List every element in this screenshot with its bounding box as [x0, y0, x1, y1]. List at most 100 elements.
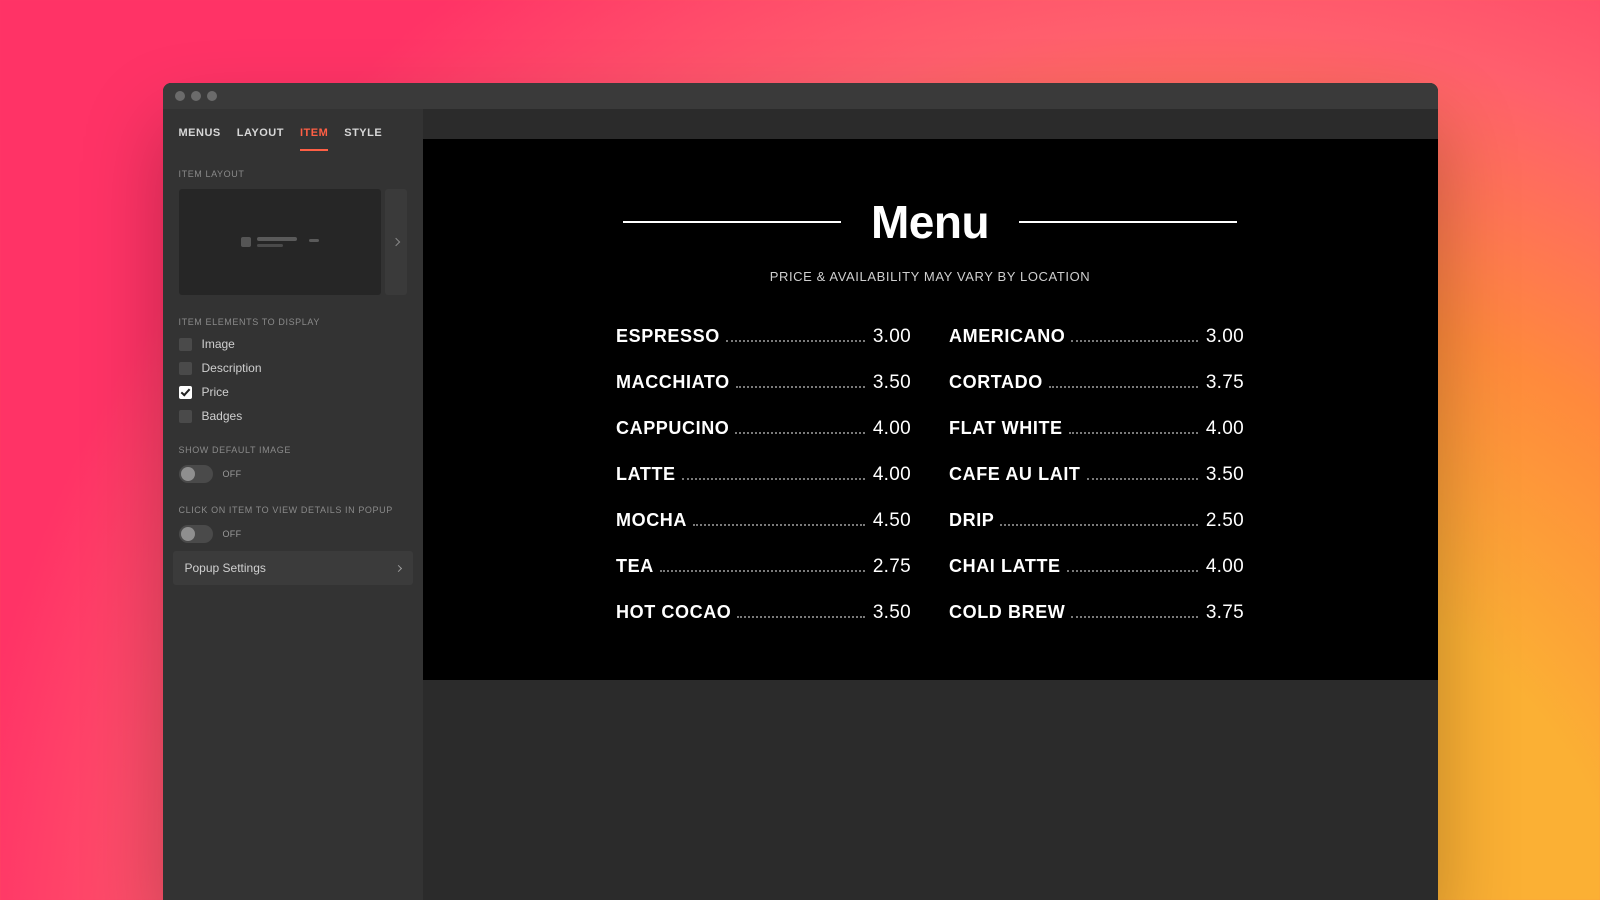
menu-stage: Menu PRICE & AVAILABILITY MAY VARY BY LO… — [423, 139, 1438, 680]
menu-item-dots — [735, 432, 864, 434]
menu-item-dots — [736, 386, 865, 388]
item-layout-next-button[interactable] — [385, 189, 407, 295]
default-image-toggle-row: OFF — [179, 465, 407, 483]
section-item-layout: ITEM LAYOUT — [163, 151, 423, 299]
preview-canvas: Menu PRICE & AVAILABILITY MAY VARY BY LO… — [423, 109, 1438, 900]
checkbox-label: Price — [202, 385, 229, 399]
menu-item-name: TEA — [616, 556, 654, 577]
checkbox-label: Image — [202, 337, 235, 351]
menu-item[interactable]: TEA 2.75 — [616, 556, 911, 578]
canvas-spacer — [423, 109, 1438, 139]
menu-item-dots — [1087, 478, 1198, 480]
section-default-image: SHOW DEFAULT IMAGE OFF — [163, 427, 423, 487]
menu-header: Menu — [473, 195, 1388, 249]
menu-item-price: 3.75 — [1206, 602, 1244, 624]
menu-item[interactable]: CAPPUCINO 4.00 — [616, 418, 911, 440]
checkbox-badges[interactable]: Badges — [179, 409, 407, 423]
tab-layout[interactable]: LAYOUT — [237, 127, 284, 151]
menu-item[interactable]: HOT COCAO 3.50 — [616, 602, 911, 624]
menu-column: ESPRESSO 3.00 MACCHIATO3.50 CAPPUCINO 4.00 LA… — [616, 326, 911, 624]
menu-rule-right — [1019, 221, 1237, 223]
section-label-default-image: SHOW DEFAULT IMAGE — [179, 445, 407, 455]
menu-item-price: 4.50 — [873, 510, 911, 532]
section-item-elements: ITEM ELEMENTS TO DISPLAY ImageDescriptio… — [163, 299, 423, 427]
default-image-toggle[interactable] — [179, 465, 213, 483]
popup-settings-button[interactable]: Popup Settings — [173, 551, 413, 585]
window-dot-min[interactable] — [191, 91, 201, 101]
menu-title: Menu — [871, 195, 989, 249]
menu-item[interactable]: FLAT WHITE 4.00 — [949, 418, 1244, 440]
elements-checklist: Image Description Price Badges — [179, 337, 407, 423]
menu-item-dots — [737, 616, 864, 618]
popup-toggle-row: OFF — [179, 525, 407, 543]
popup-toggle[interactable] — [179, 525, 213, 543]
default-image-toggle-state: OFF — [223, 469, 242, 479]
window-titlebar — [163, 83, 1438, 109]
chevron-right-icon — [394, 564, 401, 571]
checkbox-label: Description — [202, 361, 262, 375]
section-label-popup: CLICK ON ITEM TO VIEW DETAILS IN POPUP — [179, 505, 407, 515]
item-layout-picker — [179, 189, 407, 295]
checkbox-description[interactable]: Description — [179, 361, 407, 375]
checkbox-label: Badges — [202, 409, 243, 423]
menu-item-dots — [1071, 616, 1197, 618]
menu-item[interactable]: DRIP2.50 — [949, 510, 1244, 532]
menu-item-dots — [1067, 570, 1198, 572]
menu-item-name: COLD BREW — [949, 602, 1065, 623]
menu-item-name: ESPRESSO — [616, 326, 720, 347]
menu-item[interactable]: CHAI LATTE4.00 — [949, 556, 1244, 578]
checkbox-box — [179, 362, 192, 375]
menu-subtitle: PRICE & AVAILABILITY MAY VARY BY LOCATIO… — [473, 269, 1388, 284]
menu-item[interactable]: CAFE AU LAIT 3.50 — [949, 464, 1244, 486]
popup-toggle-state: OFF — [223, 529, 242, 539]
tab-menus[interactable]: MENUS — [179, 127, 221, 151]
menu-item-price: 2.75 — [873, 556, 911, 578]
item-layout-option[interactable] — [179, 189, 381, 295]
menu-item-dots — [1049, 386, 1198, 388]
menu-item-name: CAPPUCINO — [616, 418, 729, 439]
menu-item-name: FLAT WHITE — [949, 418, 1063, 439]
menu-item-price: 3.00 — [873, 326, 911, 348]
checkbox-box — [179, 338, 192, 351]
menu-item-price: 3.75 — [1206, 372, 1244, 394]
menu-item-dots — [682, 478, 865, 480]
menu-item[interactable]: CORTADO 3.75 — [949, 372, 1244, 394]
menu-item-name: CAFE AU LAIT — [949, 464, 1081, 485]
menu-item-name: AMERICANO — [949, 326, 1065, 347]
sidebar: MENUS LAYOUT ITEM STYLE ITEM LAYOUT — [163, 109, 423, 900]
menu-item-dots — [693, 524, 865, 526]
menu-item-price: 3.00 — [1206, 326, 1244, 348]
menu-item-price: 4.00 — [1206, 556, 1244, 578]
app-window: MENUS LAYOUT ITEM STYLE ITEM LAYOUT — [163, 83, 1438, 900]
chevron-right-icon — [391, 238, 399, 246]
menu-item-name: LATTE — [616, 464, 676, 485]
menu-item[interactable]: ESPRESSO 3.00 — [616, 326, 911, 348]
tab-style[interactable]: STYLE — [344, 127, 382, 151]
menu-column: AMERICANO 3.00 CORTADO 3.75 FLAT WHITE 4.00 CA… — [949, 326, 1244, 624]
menu-columns: ESPRESSO 3.00 MACCHIATO3.50 CAPPUCINO 4.00 LA… — [473, 326, 1388, 624]
menu-item[interactable]: LATTE4.00 — [616, 464, 911, 486]
menu-item-price: 3.50 — [873, 602, 911, 624]
checkbox-image[interactable]: Image — [179, 337, 407, 351]
menu-item-name: HOT COCAO — [616, 602, 731, 623]
checkbox-box — [179, 386, 192, 399]
menu-item-price: 4.00 — [1206, 418, 1244, 440]
menu-item-price: 4.00 — [873, 418, 911, 440]
window-dot-max[interactable] — [207, 91, 217, 101]
menu-item-dots — [726, 340, 865, 342]
tab-item[interactable]: ITEM — [300, 127, 328, 151]
section-popup: CLICK ON ITEM TO VIEW DETAILS IN POPUP O… — [163, 487, 423, 547]
menu-item-price: 3.50 — [1206, 464, 1244, 486]
checkbox-price[interactable]: Price — [179, 385, 407, 399]
menu-item-price: 3.50 — [873, 372, 911, 394]
menu-item[interactable]: AMERICANO 3.00 — [949, 326, 1244, 348]
menu-item[interactable]: COLD BREW 3.75 — [949, 602, 1244, 624]
app-body: MENUS LAYOUT ITEM STYLE ITEM LAYOUT — [163, 109, 1438, 900]
menu-item-name: CORTADO — [949, 372, 1043, 393]
menu-item[interactable]: MACCHIATO3.50 — [616, 372, 911, 394]
window-dot-close[interactable] — [175, 91, 185, 101]
menu-item-name: DRIP — [949, 510, 994, 531]
sidebar-tabs: MENUS LAYOUT ITEM STYLE — [163, 109, 423, 151]
menu-item[interactable]: MOCHA4.50 — [616, 510, 911, 532]
popup-settings-label: Popup Settings — [185, 561, 266, 575]
